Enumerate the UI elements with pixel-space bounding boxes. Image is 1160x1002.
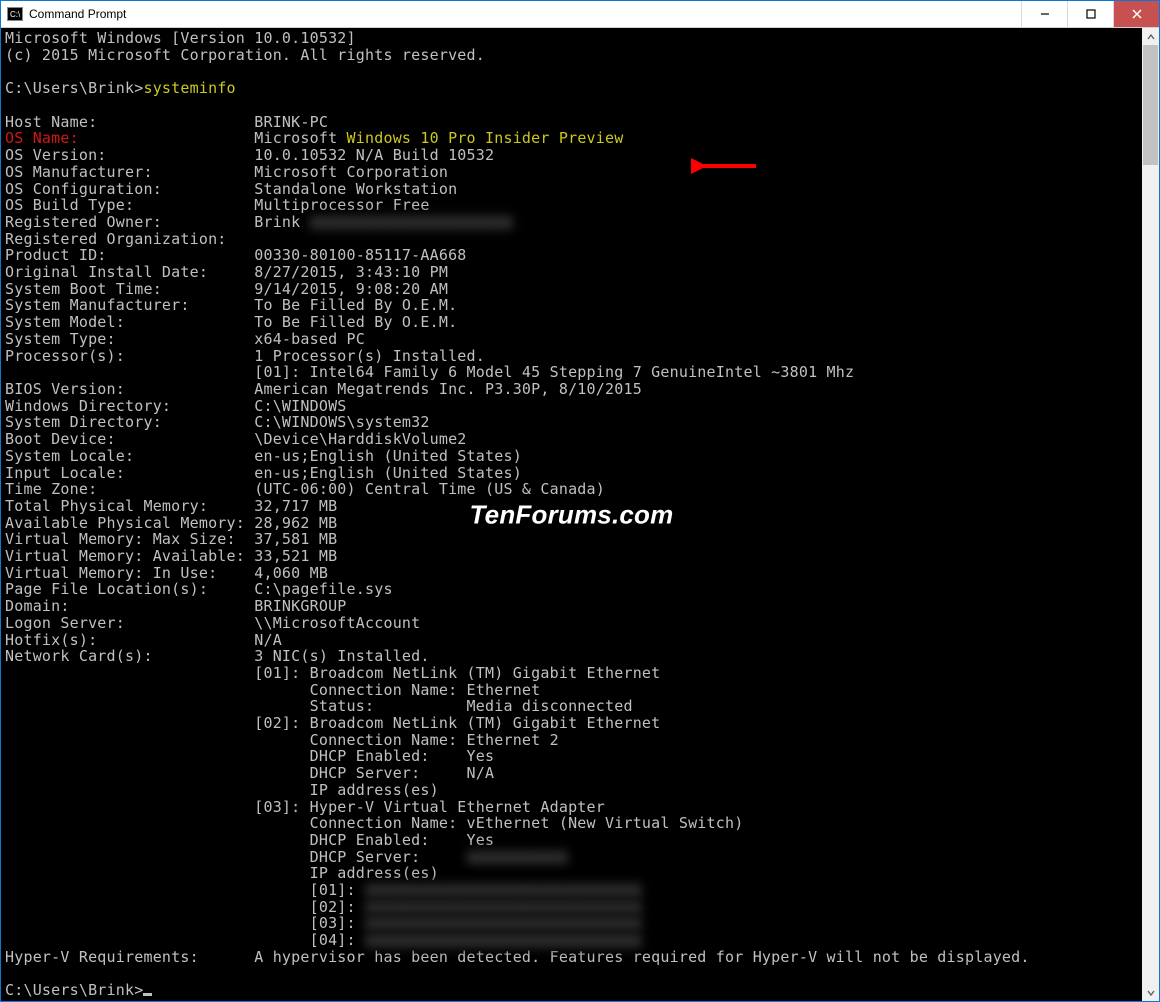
title-bar[interactable]: C:\ Command Prompt — [1, 1, 1159, 28]
title-left: C:\ Command Prompt — [1, 7, 126, 21]
scroll-up-button[interactable] — [1142, 28, 1159, 45]
minimize-button[interactable] — [1021, 1, 1067, 27]
close-button[interactable] — [1113, 1, 1159, 27]
watermark: TenForums.com — [470, 506, 674, 523]
terminal-output[interactable]: Microsoft Windows [Version 10.0.10532] (… — [1, 28, 1142, 1001]
scroll-thumb[interactable] — [1143, 45, 1158, 165]
scroll-down-button[interactable] — [1142, 984, 1159, 1001]
scroll-track[interactable] — [1142, 45, 1159, 984]
cmd-icon: C:\ — [7, 7, 23, 21]
highlight-arrow-icon — [691, 156, 761, 176]
window-controls — [1021, 1, 1159, 27]
command-prompt-window: C:\ Command Prompt Microsoft Windows [Ve… — [0, 0, 1160, 1002]
client-area: Microsoft Windows [Version 10.0.10532] (… — [1, 28, 1159, 1001]
maximize-button[interactable] — [1067, 1, 1113, 27]
window-title: Command Prompt — [29, 7, 126, 21]
scrollbar[interactable] — [1142, 28, 1159, 1001]
